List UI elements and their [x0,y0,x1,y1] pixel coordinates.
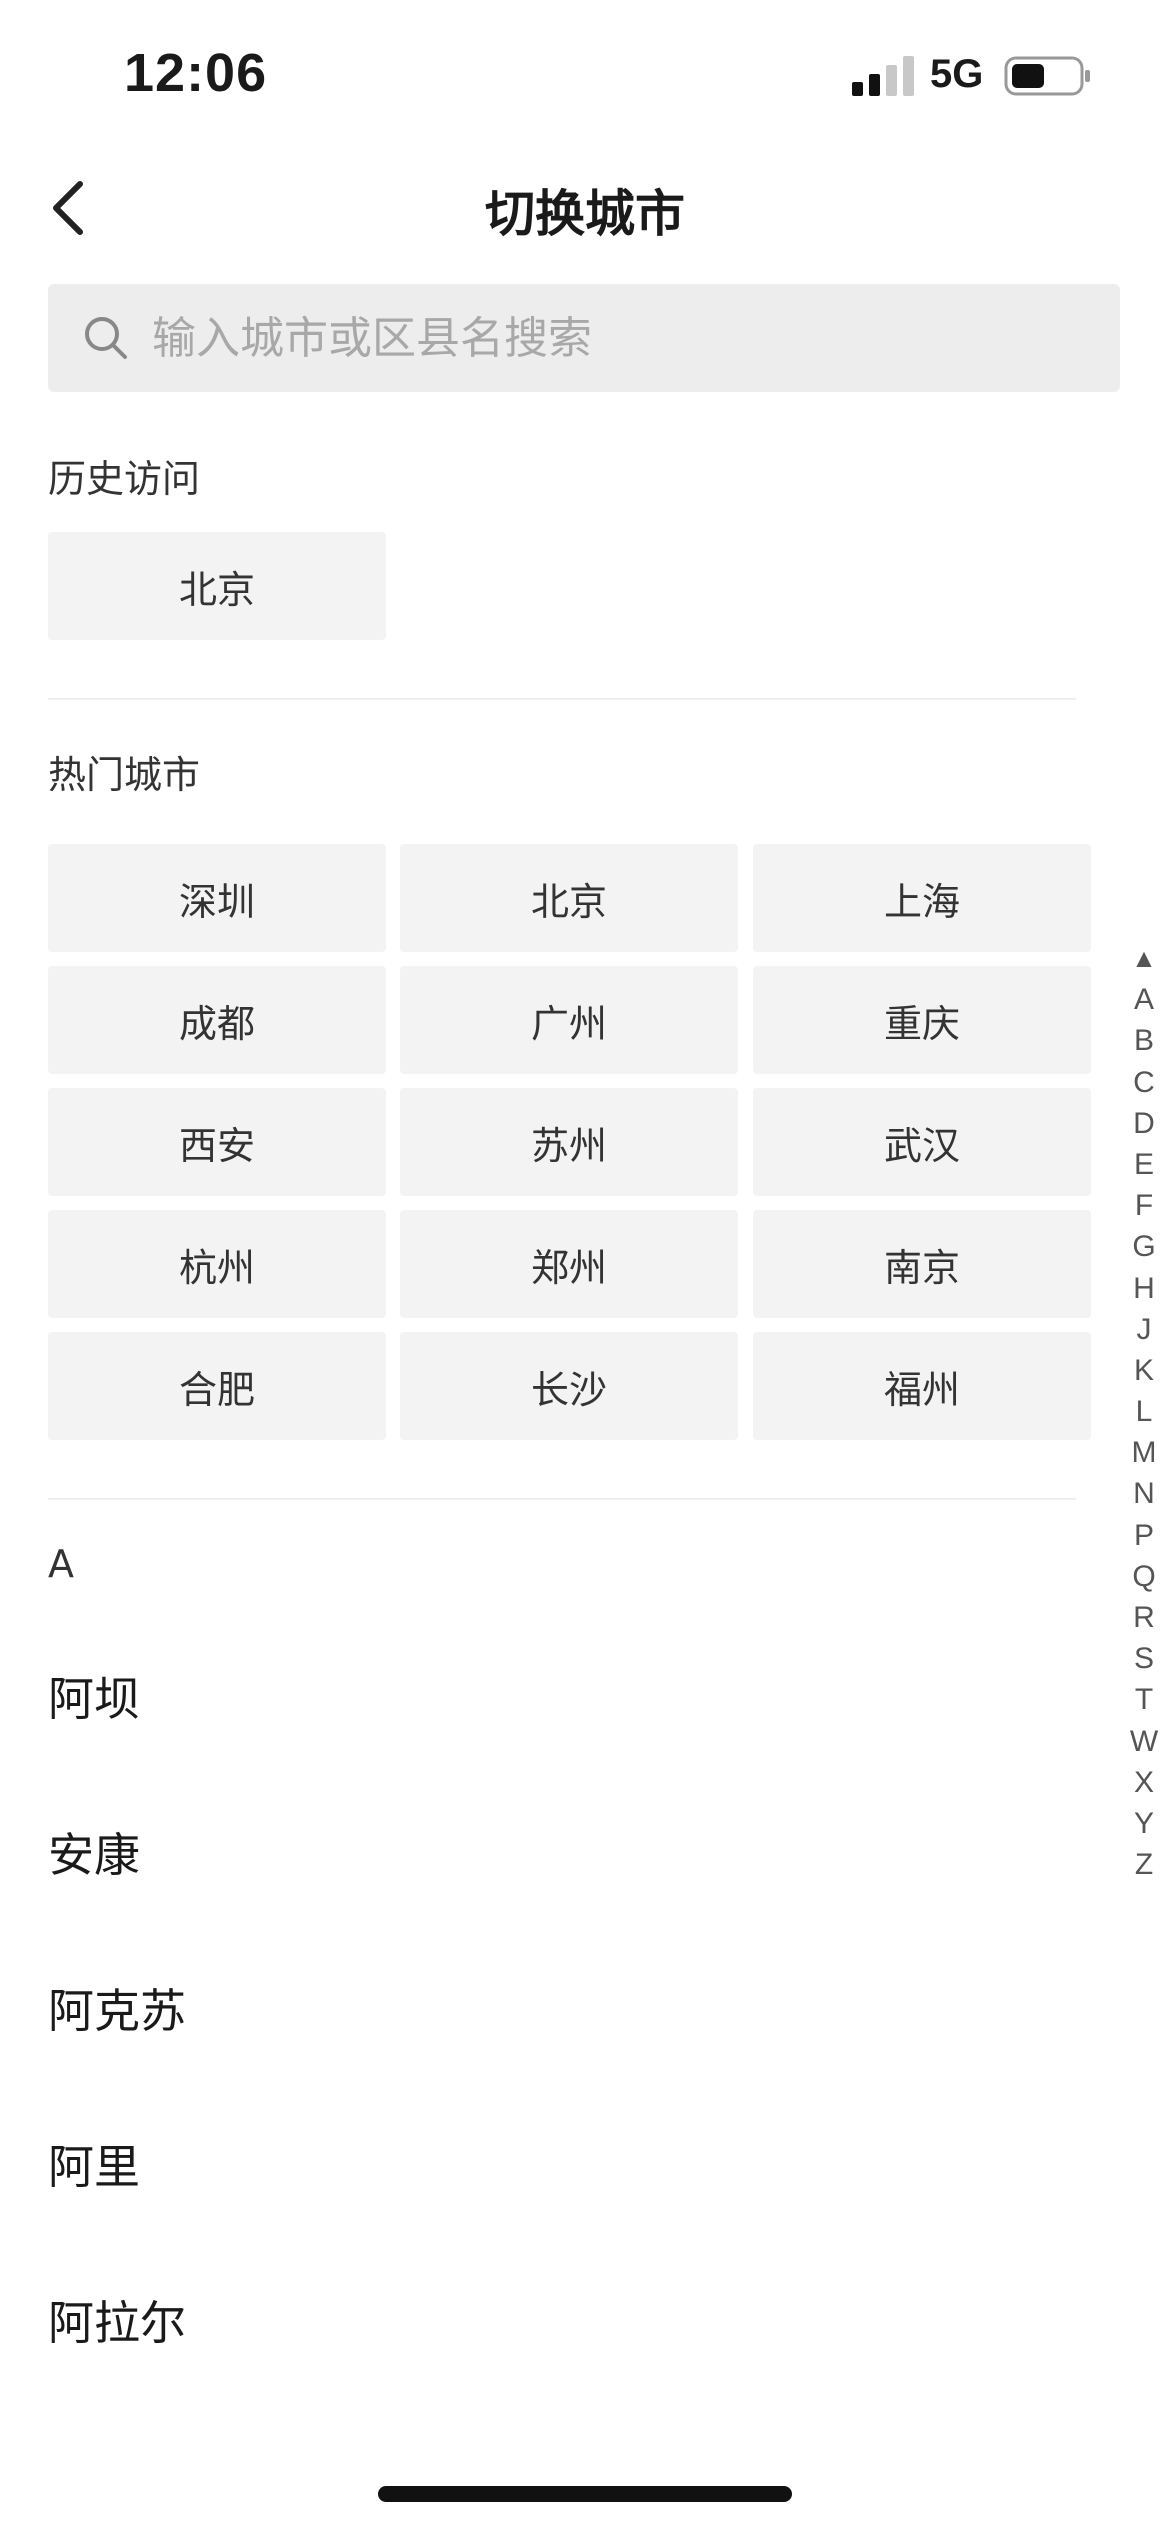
alphabet-index-letter[interactable]: S [1134,1638,1154,1679]
city-switch-page: 12:06 5G 切换城市 历史访问 北京 [0,0,1170,2532]
alphabet-index-letter[interactable]: J [1137,1309,1152,1350]
alphabet-index-letter[interactable]: D [1133,1103,1155,1144]
home-indicator[interactable] [378,2486,792,2502]
hot-city-chip[interactable]: 西安 [48,1088,386,1196]
city-list-item[interactable]: 阿拉尔 [48,2260,1068,2380]
hot-city-chip[interactable]: 深圳 [48,844,386,952]
page-title: 切换城市 [485,185,685,243]
city-list-item[interactable]: 阿克苏 [48,1948,1068,2068]
hot-city-chip[interactable]: 郑州 [400,1210,738,1318]
alphabet-index-letter[interactable]: L [1136,1391,1153,1432]
alphabet-index-letter[interactable]: T [1135,1679,1153,1720]
alphabet-index[interactable]: ▲ A B C D E F G H J K L M N P Q R S T W … [1124,938,1164,1885]
alphabet-index-letter[interactable]: W [1130,1721,1158,1762]
alphabet-index-letter[interactable]: R [1133,1597,1155,1638]
cellular-signal-icon [852,56,914,96]
alphabet-index-letter[interactable]: X [1134,1762,1154,1803]
alphabet-index-letter[interactable]: B [1134,1020,1154,1061]
divider [48,698,1076,700]
hot-city-chip[interactable]: 北京 [400,844,738,952]
hot-city-chip[interactable]: 杭州 [48,1210,386,1318]
alphabet-index-letter[interactable]: Q [1132,1556,1155,1597]
letter-group-header: A [48,1542,74,1586]
network-type: 5G [930,52,984,96]
hot-city-chip[interactable]: 武汉 [753,1088,1091,1196]
hot-city-chip[interactable]: 合肥 [48,1332,386,1440]
alphabet-index-letter[interactable]: A [1134,979,1154,1020]
city-list-item[interactable]: 阿坝 [48,1636,1068,1756]
search-icon [85,317,127,359]
history-city-chip[interactable]: 北京 [48,532,386,640]
hot-city-chip[interactable]: 南京 [753,1210,1091,1318]
city-list-item[interactable]: 阿里 [48,2104,1068,2224]
alphabet-index-letter[interactable]: M [1132,1432,1157,1473]
alphabet-index-letter[interactable]: G [1132,1226,1155,1267]
alphabet-index-letter[interactable]: Z [1135,1844,1153,1885]
alphabet-index-letter[interactable]: E [1134,1144,1154,1185]
battery-icon [1004,56,1090,96]
alphabet-index-letter[interactable]: K [1134,1350,1154,1391]
hot-city-chip[interactable]: 上海 [753,844,1091,952]
status-bar: 12:06 5G [0,0,1170,140]
hot-city-chip[interactable]: 福州 [753,1332,1091,1440]
nav-bar: 切换城市 [0,150,1170,262]
hot-city-chip[interactable]: 重庆 [753,966,1091,1074]
hot-section-title: 热门城市 [48,753,201,797]
alphabet-index-top[interactable]: ▲ [1131,938,1157,979]
alphabet-index-letter[interactable]: C [1133,1062,1155,1103]
status-time: 12:06 [124,43,268,103]
alphabet-index-letter[interactable]: Y [1134,1803,1154,1844]
hot-city-chip[interactable]: 苏州 [400,1088,738,1196]
hot-city-chip[interactable]: 成都 [48,966,386,1074]
city-list-item[interactable]: 安康 [48,1792,1068,1912]
alphabet-index-letter[interactable]: N [1133,1473,1155,1514]
hot-city-chip[interactable]: 长沙 [400,1332,738,1440]
divider [48,1498,1076,1500]
alphabet-index-letter[interactable]: P [1134,1515,1154,1556]
alphabet-index-letter[interactable]: H [1133,1268,1155,1309]
search-input[interactable] [152,284,1092,392]
alphabet-index-letter[interactable]: F [1135,1185,1153,1226]
hot-city-chip[interactable]: 广州 [400,966,738,1074]
history-section-title: 历史访问 [48,457,201,501]
search-box[interactable] [48,284,1120,392]
